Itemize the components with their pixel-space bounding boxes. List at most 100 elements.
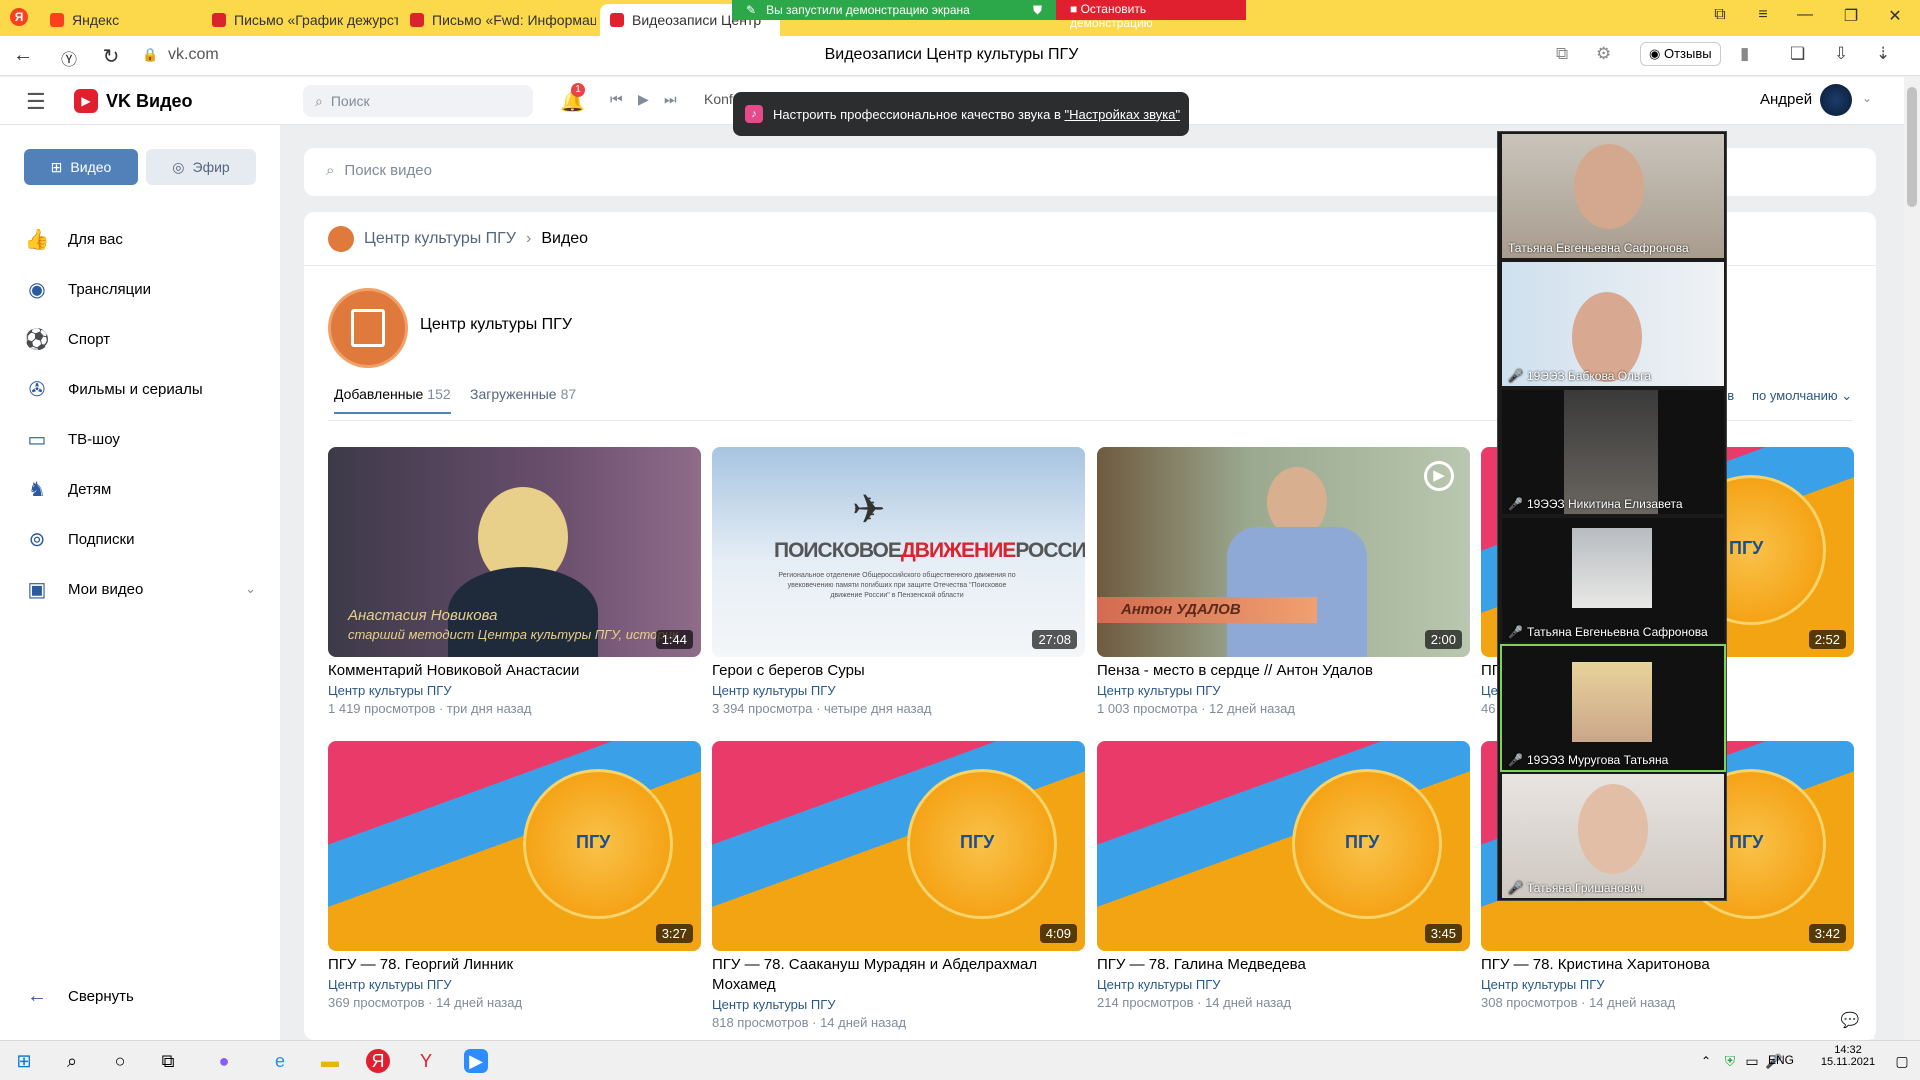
close-icon[interactable]: ✕ — [1880, 6, 1910, 26]
video-author[interactable]: Центр культуры ПГУ — [712, 683, 836, 698]
video-thumbnail[interactable]: 3:45 — [1097, 741, 1470, 951]
video-thumbnail[interactable]: 3:27 — [328, 741, 701, 951]
video-author[interactable]: Центр культуры ПГУ — [1097, 977, 1221, 992]
caption-name: Анастасия Новикова — [348, 607, 498, 624]
video-title[interactable]: ПГУ — 78. Галина Медведева — [1097, 955, 1306, 975]
video-search-input[interactable]: ⌕ Поиск видео — [326, 162, 432, 179]
yandex-icon[interactable]: Y — [414, 1049, 438, 1073]
bookmarks-icon[interactable]: ⧉ — [1705, 6, 1735, 24]
tab-added[interactable]: Добавленные 152 — [334, 386, 451, 414]
language-indicator[interactable]: ENG — [1768, 1053, 1794, 1067]
video-author[interactable]: Центр культуры ПГУ — [712, 997, 836, 1012]
sidebar-item-for-you[interactable]: 👍 Для вас — [24, 224, 123, 254]
participant-tile-active[interactable]: 🎤 19ЭЭЗ Муругова Татьяна — [1500, 644, 1726, 772]
tabs-icon[interactable]: ⧉ — [1556, 44, 1568, 64]
sort-dropdown[interactable]: по умолчанию ⌄ — [1752, 388, 1852, 404]
avatar[interactable] — [1820, 84, 1852, 116]
extensions-icon[interactable]: ⚙ — [1596, 44, 1611, 64]
group-name[interactable]: Центр культуры ПГУ — [420, 316, 572, 334]
video-author[interactable]: Центр культуры ПГУ — [1097, 683, 1221, 698]
security-icon[interactable]: ⛨ — [1718, 1049, 1742, 1073]
collapse-button[interactable]: ← Свернуть — [24, 981, 134, 1011]
network-icon[interactable]: ▭ — [1740, 1049, 1764, 1073]
sidebar-item-tv-shows[interactable]: ▭ ТВ-шоу — [24, 424, 120, 454]
page-scrollbar[interactable] — [1904, 77, 1920, 1040]
file-explorer-icon[interactable]: ▬ — [318, 1049, 342, 1073]
vk-video-logo[interactable]: ▶ VK Видео — [74, 89, 193, 113]
browser-tab[interactable]: Яндекс — [40, 4, 200, 36]
edge-icon[interactable]: e — [268, 1049, 292, 1073]
tab-uploaded[interactable]: Загруженные 87 — [470, 386, 576, 402]
sidebar-item-kids[interactable]: ♞ Детям — [24, 474, 111, 504]
zoom-icon[interactable]: ▶ — [464, 1049, 488, 1073]
collections-icon[interactable]: ❏ — [1790, 44, 1805, 64]
video-title[interactable]: ПГУ — 78. Саакануш Мурадян и Абделрахмал… — [712, 955, 1072, 995]
group-avatar[interactable] — [328, 288, 408, 368]
participant-tile[interactable]: 🎤 19ЭЭЗ Бабкова Ольга — [1502, 262, 1724, 386]
video-title[interactable]: Комментарий Новиковой Анастасии — [328, 661, 579, 681]
chevron-up-icon[interactable]: ⌃ — [1694, 1049, 1718, 1073]
sound-settings-link[interactable]: "Настройках звука" — [1064, 107, 1180, 122]
kids-icon: ♞ — [28, 478, 46, 501]
cortana-icon[interactable]: ○ — [108, 1049, 132, 1073]
clock[interactable]: 14:32 15.11.2021 — [1818, 1044, 1878, 1068]
breadcrumb-group-link[interactable]: Центр культуры ПГУ — [364, 230, 516, 248]
sidebar-item-broadcasts[interactable]: ◉ Трансляции — [24, 274, 151, 304]
video-author[interactable]: Центр культуры ПГУ — [1481, 977, 1605, 992]
video-thumbnail[interactable]: ✈ ПОИСКОВОЕДВИЖЕНИЕРОССИИ Региональное о… — [712, 447, 1085, 657]
participant-tile[interactable]: 🎤 Татьяна Евгеньевна Сафронова — [1502, 518, 1724, 642]
live-icon: ◎ — [172, 158, 185, 175]
browser-tab[interactable]: Письмо «График дежурст — [202, 4, 398, 36]
tab-video[interactable]: ⊞ Видео — [24, 149, 138, 185]
video-thumbnail[interactable]: 4:09 — [712, 741, 1085, 951]
maximize-icon[interactable]: ❐ — [1836, 6, 1866, 26]
video-title[interactable]: Пенза - место в сердце // Антон Удалов — [1097, 661, 1373, 681]
video-thumbnail[interactable]: Антон УДАЛОВ ▶ 2:00 — [1097, 447, 1470, 657]
yandex-logo-icon[interactable]: Я — [10, 8, 28, 26]
minimize-icon[interactable]: — — [1790, 6, 1820, 24]
video-title[interactable]: Герои с берегов Суры — [712, 661, 865, 681]
duration-badge: 2:52 — [1808, 630, 1846, 649]
participant-tile[interactable]: Татьяна Евгеньевна Сафронова — [1502, 134, 1724, 258]
prev-track-icon[interactable]: ⏮ — [610, 91, 623, 108]
browser-tab[interactable]: Письмо «Fwd: Информац — [400, 4, 596, 36]
yandex-browser-icon[interactable]: Я — [366, 1049, 390, 1073]
windows-start-icon[interactable]: ⊞ — [12, 1049, 36, 1073]
video-author[interactable]: Центр культуры ПГУ — [328, 977, 452, 992]
chat-icon[interactable]: 💬 — [1826, 1003, 1874, 1039]
chevron-down-icon[interactable]: ⌄ — [245, 581, 256, 597]
tab-live[interactable]: ◎ Эфир — [146, 149, 256, 185]
chevron-down-icon: ⌄ — [1841, 388, 1853, 403]
downloads-icon[interactable]: ⇩ — [1834, 44, 1848, 64]
sidebar-item-sport[interactable]: ⚽ Спорт — [24, 324, 111, 354]
video-views: 214 просмотров — [1097, 995, 1194, 1010]
video-thumbnail[interactable]: Анастасия Новикова старший методист Цент… — [328, 447, 701, 657]
sidebar-item-my-videos[interactable]: ▣ Мои видео ⌄ — [24, 574, 256, 604]
stop-share-button[interactable]: ■ Остановить демонстрацию — [1056, 0, 1246, 30]
user-name[interactable]: Андрей — [1760, 91, 1812, 108]
participant-tile[interactable]: 🎤 19ЭЭЗ Никитина Елизавета — [1502, 390, 1724, 514]
sidebar-item-subscriptions[interactable]: ⊚ Подписки — [24, 524, 135, 554]
video-author[interactable]: Центр культуры ПГУ — [328, 683, 452, 698]
video-title[interactable]: ПГУ — 78. Георгий Линник — [328, 955, 513, 975]
scrollbar-thumb[interactable] — [1907, 87, 1917, 207]
menu-icon[interactable]: ≡ — [1748, 6, 1778, 24]
logo-part: РОССИИ — [1015, 539, 1085, 562]
video-title[interactable]: ПГУ — 78. Кристина Харитонова — [1481, 955, 1710, 975]
notifications-center-icon[interactable]: ▢ — [1890, 1049, 1914, 1073]
task-view-icon[interactable]: ⧉ — [156, 1049, 180, 1073]
search-icon[interactable]: ⌕ — [60, 1049, 84, 1073]
reviews-button[interactable]: ◉ Отзывы — [1640, 42, 1721, 66]
participant-tile[interactable]: 🎤 Татьяна Гришанович — [1502, 774, 1724, 898]
sidebar-item-films[interactable]: ✇ Фильмы и сериалы — [24, 374, 203, 404]
alice-assistant-icon[interactable]: ● — [212, 1049, 236, 1073]
video-author[interactable]: Це — [1481, 683, 1498, 698]
hamburger-icon[interactable]: ☰ — [26, 89, 46, 115]
bookmark-icon[interactable]: ▮ — [1740, 44, 1749, 64]
search-icon: ⌕ — [315, 92, 323, 109]
header-search-input[interactable]: ⌕ Поиск — [303, 85, 533, 117]
chevron-down-icon[interactable]: ⌄ — [1862, 91, 1872, 105]
alice-icon[interactable]: ⇣ — [1876, 44, 1890, 64]
play-icon[interactable]: ▶ — [638, 91, 649, 108]
next-track-icon[interactable]: ⏭ — [664, 91, 677, 108]
